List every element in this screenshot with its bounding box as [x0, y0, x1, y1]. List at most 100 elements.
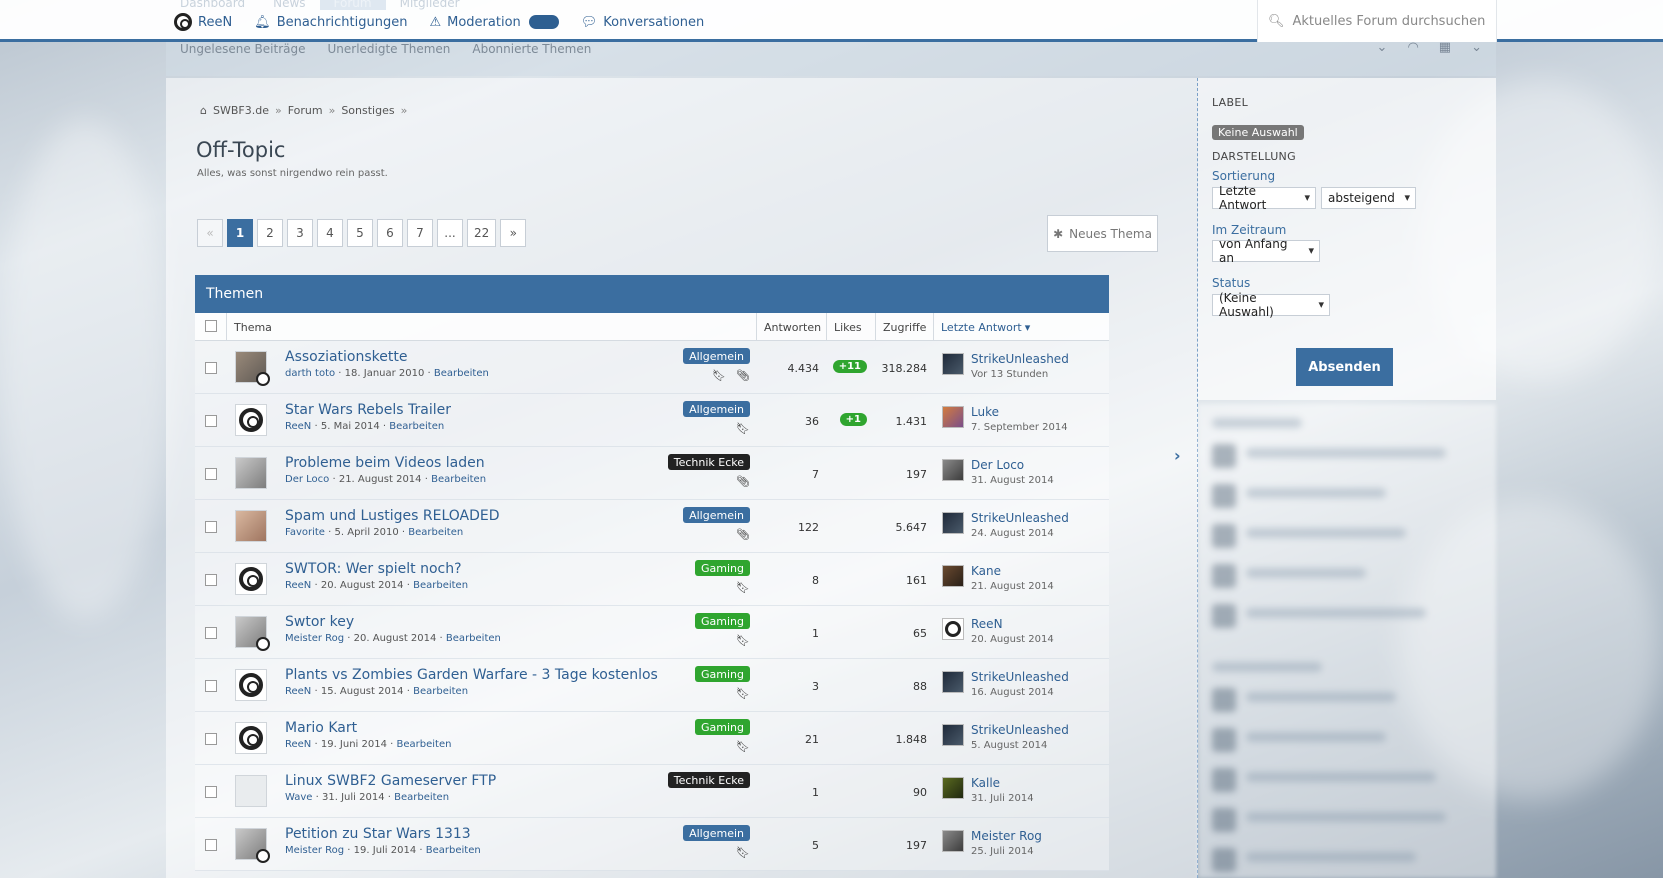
thread-author[interactable]: ReeN [285, 686, 311, 697]
chevron-down-icon[interactable]: ⌄ [1471, 40, 1482, 55]
last-post-time[interactable]: 20. August 2014 [971, 634, 1054, 645]
last-poster-name[interactable]: StrikeUnleashed [971, 511, 1069, 525]
pagination-page[interactable]: 7 [407, 219, 433, 247]
prefix-badge[interactable]: Technik Ecke [667, 454, 750, 470]
nav-tab-members[interactable]: Mitglieder [386, 0, 474, 10]
thread-author[interactable]: Der Loco [285, 474, 329, 485]
row-checkbox[interactable] [205, 680, 217, 692]
moderation-link[interactable]: ⚠ Moderation [429, 15, 559, 30]
status-select[interactable]: (Keine Auswahl) [1212, 291, 1330, 319]
prefix-badge[interactable]: Gaming [695, 719, 750, 735]
breadcrumb-item-category[interactable]: Sonstiges [341, 104, 394, 117]
row-checkbox[interactable] [205, 362, 217, 374]
thread-title[interactable]: Swtor key [285, 614, 354, 630]
thread-author[interactable]: ReeN [285, 739, 311, 750]
column-thema[interactable]: Thema [226, 313, 756, 341]
prefix-badge[interactable]: Allgemein [683, 348, 750, 364]
pagination-ellipsis[interactable]: ... [437, 219, 463, 247]
last-poster-name[interactable]: StrikeUnleashed [971, 723, 1069, 737]
column-antworten[interactable]: Antworten [756, 313, 826, 341]
avatar[interactable] [235, 510, 267, 542]
subnav-unread-posts[interactable]: Ungelesene Beiträge [180, 42, 305, 56]
row-checkbox[interactable] [205, 468, 217, 480]
row-checkbox[interactable] [205, 521, 217, 533]
thread-title[interactable]: Linux SWBF2 Gameserver FTP [285, 773, 496, 789]
last-poster-avatar[interactable] [942, 777, 964, 799]
thread-title[interactable]: Assoziationskette [285, 349, 407, 365]
edit-link[interactable]: Bearbeiten [446, 633, 501, 644]
last-poster-name[interactable]: Meister Rog [971, 829, 1042, 843]
edit-link[interactable]: Bearbeiten [426, 845, 481, 856]
thread-author[interactable]: ReeN [285, 580, 311, 591]
edit-link[interactable]: Bearbeiten [397, 739, 452, 750]
thread-title[interactable]: Plants vs Zombies Garden Warfare - 3 Tag… [285, 667, 658, 683]
last-poster-avatar[interactable] [942, 512, 964, 534]
home-icon[interactable]: ⌂ [200, 104, 207, 117]
last-post-time[interactable]: 7. September 2014 [971, 422, 1068, 433]
thread-author[interactable]: darth toto [285, 368, 335, 379]
last-poster-avatar[interactable] [942, 406, 964, 428]
last-post-time[interactable]: Vor 13 Stunden [971, 369, 1048, 380]
last-poster-name[interactable]: Luke [971, 405, 999, 419]
period-select[interactable]: von Anfang an [1212, 237, 1320, 265]
thread-title[interactable]: Star Wars Rebels Trailer [285, 402, 451, 418]
last-poster-avatar[interactable] [942, 618, 964, 640]
avatar[interactable] [235, 828, 270, 863]
nav-tab-dashboard[interactable]: Dashboard [166, 0, 259, 10]
last-poster-avatar[interactable] [942, 459, 964, 481]
last-poster-name[interactable]: StrikeUnleashed [971, 670, 1069, 684]
last-poster-name[interactable]: Kalle [971, 776, 1000, 790]
last-poster-name[interactable]: Kane [971, 564, 1001, 578]
last-post-time[interactable]: 31. Juli 2014 [971, 793, 1034, 804]
last-post-time[interactable]: 21. August 2014 [971, 581, 1054, 592]
prefix-badge[interactable]: Gaming [695, 666, 750, 682]
thread-author[interactable]: Favorite [285, 527, 325, 538]
submit-filter-button[interactable]: Absenden [1296, 348, 1393, 386]
edit-link[interactable]: Bearbeiten [413, 686, 468, 697]
subnav-unsolved-threads[interactable]: Unerledigte Themen [327, 42, 450, 56]
row-checkbox[interactable] [205, 839, 217, 851]
edit-link[interactable]: Bearbeiten [431, 474, 486, 485]
user-menu[interactable]: ReeN [174, 13, 232, 31]
thread-author[interactable]: Wave [285, 792, 312, 803]
last-poster-avatar[interactable] [942, 353, 964, 375]
avatar[interactable] [235, 351, 270, 386]
prefix-badge[interactable]: Allgemein [683, 507, 750, 523]
pagination-page[interactable]: 3 [287, 219, 313, 247]
row-checkbox[interactable] [205, 574, 217, 586]
thread-author[interactable]: Meister Rog [285, 845, 344, 856]
last-post-time[interactable]: 25. Juli 2014 [971, 846, 1034, 857]
edit-link[interactable]: Bearbeiten [394, 792, 449, 803]
thread-title[interactable]: Probleme beim Videos laden [285, 455, 485, 471]
avatar[interactable] [235, 563, 267, 595]
last-poster-avatar[interactable] [942, 565, 964, 587]
row-checkbox[interactable] [205, 786, 217, 798]
search-input[interactable]: Aktuelles Forum durchsuchen [1293, 14, 1486, 29]
nav-tab-forum[interactable]: Forum [319, 0, 386, 10]
sort-select[interactable]: Letzte Antwort [1212, 184, 1316, 212]
last-post-time[interactable]: 16. August 2014 [971, 687, 1054, 698]
pagination-next[interactable]: » [500, 219, 527, 247]
pagination-page[interactable]: 2 [257, 219, 283, 247]
edit-link[interactable]: Bearbeiten [408, 527, 463, 538]
prefix-badge[interactable]: Gaming [695, 613, 750, 629]
last-poster-name[interactable]: Der Loco [971, 458, 1024, 472]
pagination-page[interactable]: 4 [317, 219, 343, 247]
column-likes[interactable]: Likes [826, 313, 875, 341]
thread-title[interactable]: SWTOR: Wer spielt noch? [285, 561, 462, 577]
edit-link[interactable]: Bearbeiten [413, 580, 468, 591]
last-poster-name[interactable]: StrikeUnleashed [971, 352, 1069, 366]
last-poster-avatar[interactable] [942, 724, 964, 746]
edit-link[interactable]: Bearbeiten [434, 368, 489, 379]
avatar[interactable] [235, 722, 267, 754]
prefix-badge[interactable]: Allgemein [683, 401, 750, 417]
new-thread-button[interactable]: ✱ Neues Thema [1047, 215, 1158, 252]
breadcrumb-item-site[interactable]: SWBF3.de [213, 104, 269, 117]
last-post-time[interactable]: 31. August 2014 [971, 475, 1054, 486]
label-chip[interactable]: Keine Auswahl [1212, 125, 1304, 140]
prefix-badge[interactable]: Technik Ecke [667, 772, 750, 788]
row-checkbox[interactable] [205, 733, 217, 745]
avatar[interactable] [235, 616, 270, 651]
last-post-time[interactable]: 24. August 2014 [971, 528, 1054, 539]
notifications-link[interactable]: 🔔︎ Benachrichtigungen [254, 15, 407, 30]
